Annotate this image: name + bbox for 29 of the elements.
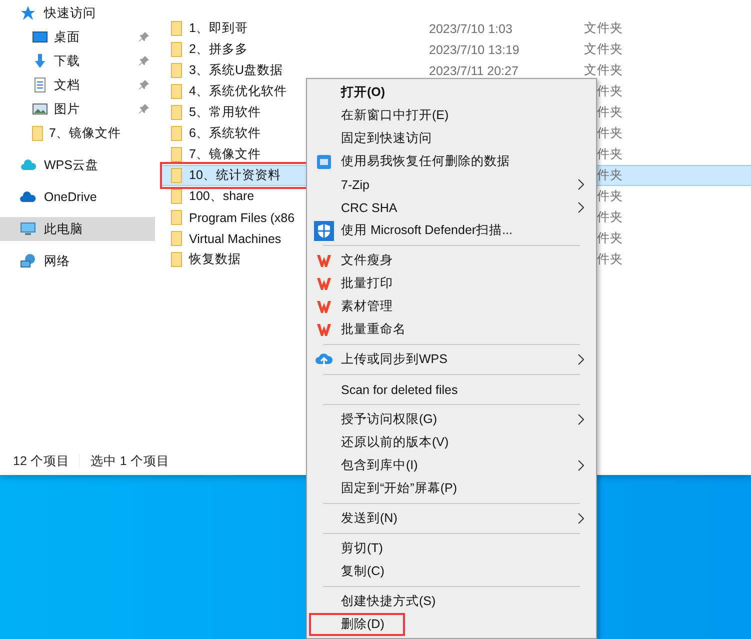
status-text: 选中 1 个项目 (90, 452, 170, 470)
file-name: 4、系统优化软件 (189, 83, 287, 100)
file-type: 件夹 (596, 251, 623, 268)
file-name: 7、镜像文件 (189, 146, 261, 163)
file-type: 文件夹 (583, 20, 623, 37)
file-name: 100、share (189, 188, 254, 205)
file-type: 件夹 (596, 230, 623, 247)
file-name: Program Files (x86 (189, 210, 295, 224)
file-type: 件夹 (596, 125, 623, 142)
file-type: 件夹 (596, 188, 623, 205)
file-name: 1、即到哥 (189, 20, 248, 37)
file-name: 3、系统U盘数据 (189, 62, 283, 79)
file-type: 文件夹 (583, 62, 623, 79)
file-type: 件夹 (596, 167, 623, 184)
modified-date: 2023/7/11 20:27 (429, 64, 520, 78)
file-name: 恢复数据 (189, 251, 241, 268)
file-name: 6、系统软件 (189, 125, 261, 142)
file-name: 5、常用软件 (189, 104, 261, 121)
file-type: 件夹 (596, 209, 623, 226)
file-name: 10、统计资资料 (189, 167, 281, 184)
file-type: 件夹 (596, 104, 623, 121)
file-name: 2、拼多多 (189, 41, 248, 58)
modified-date: 2023/7/10 13:19 (429, 42, 520, 56)
file-type: 件夹 (596, 83, 623, 100)
status-text: 12 个项目 (13, 452, 70, 470)
modified-date: 2023/7/10 1:03 (429, 22, 514, 36)
file-type: 文件夹 (583, 41, 623, 58)
file-name: Virtual Machines (189, 232, 282, 246)
file-type: 件夹 (596, 146, 623, 163)
